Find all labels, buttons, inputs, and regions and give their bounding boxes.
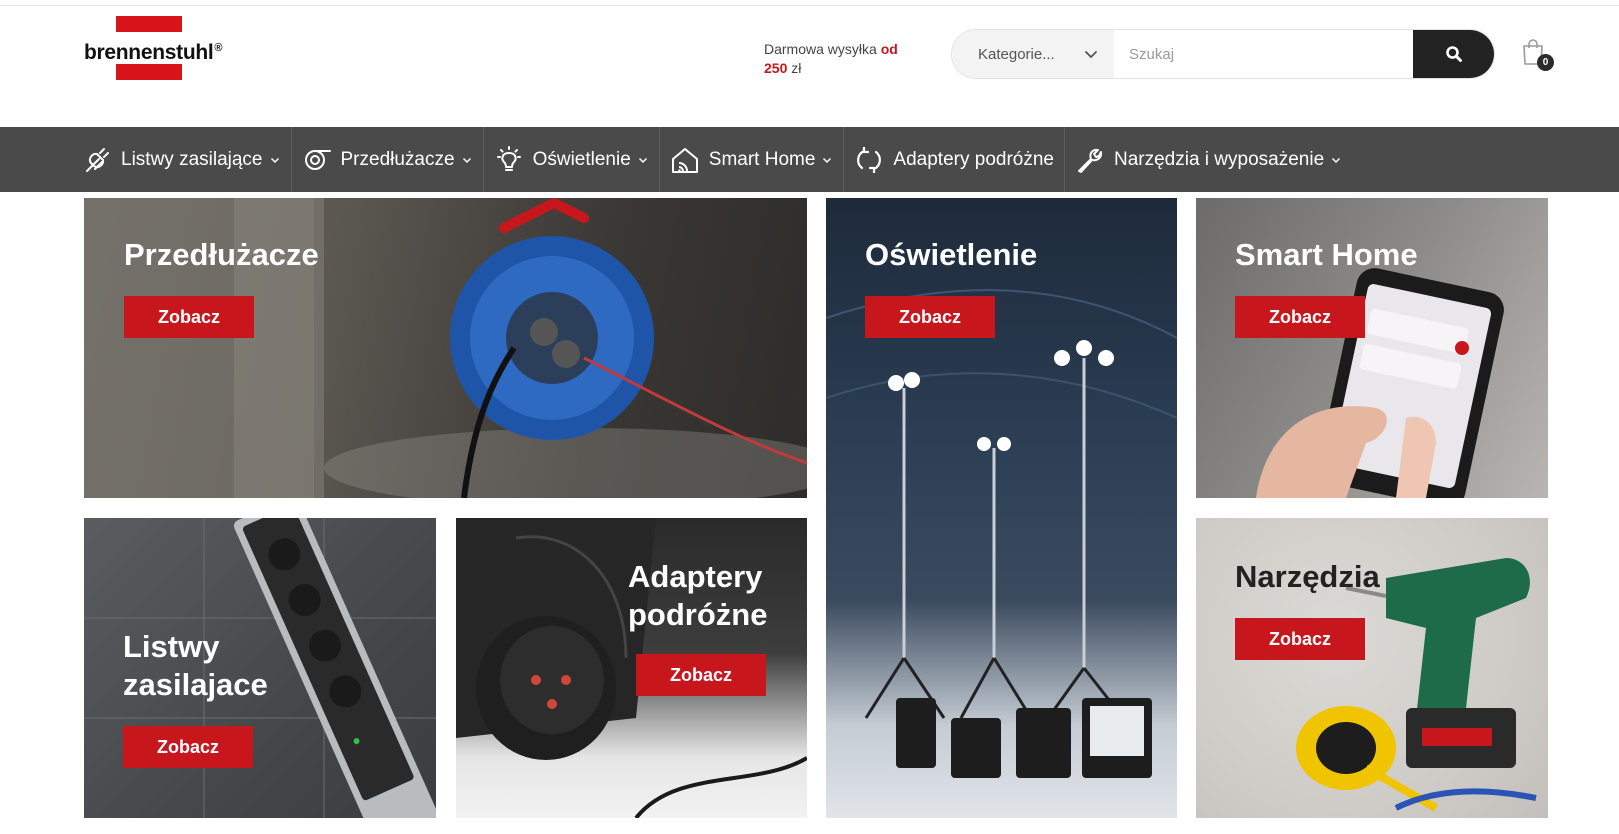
see-button[interactable]: Zobacz bbox=[123, 726, 253, 768]
cart-count-badge: 0 bbox=[1537, 54, 1554, 71]
category-tile-lighting[interactable]: Oświetlenie Zobacz bbox=[826, 198, 1177, 818]
work-lights-image bbox=[826, 289, 1177, 778]
logo-wordmark: brennenstuhl® bbox=[84, 34, 223, 67]
cart-button[interactable]: 0 bbox=[1521, 38, 1554, 72]
chevron-down-icon bbox=[1332, 157, 1341, 163]
category-select-label: Kategorie... bbox=[978, 45, 1055, 63]
nav-item-label: Oświetlenie bbox=[532, 148, 631, 170]
chevron-down-icon bbox=[1085, 51, 1097, 59]
top-divider bbox=[0, 5, 1619, 6]
tile-title: Przedłużacze bbox=[124, 237, 319, 272]
see-button[interactable]: Zobacz bbox=[1235, 618, 1365, 660]
nav-item-lighting[interactable]: Oświetlenie bbox=[484, 127, 660, 192]
main-navigation: Listwy zasilające Przedłużacze Oświetlen… bbox=[0, 127, 1619, 192]
nav-item-travel-adapters[interactable]: Adaptery podróżne bbox=[844, 127, 1065, 192]
tile-title-line: zasilajace bbox=[123, 667, 268, 702]
search-input[interactable] bbox=[1114, 30, 1413, 78]
chevron-down-icon bbox=[823, 157, 832, 163]
tile-title: Narzędzia bbox=[1235, 559, 1380, 594]
category-tile-extensions[interactable]: Przedłużacze Zobacz bbox=[84, 198, 807, 498]
smart-home-icon bbox=[671, 147, 698, 173]
logo-bar-top bbox=[116, 16, 182, 32]
category-tile-travel-adapters[interactable]: Adaptery podróżne Zobacz bbox=[456, 518, 807, 818]
tile-title-line: podróżne bbox=[628, 597, 768, 632]
wrench-icon bbox=[1077, 148, 1103, 173]
nav-item-tools[interactable]: Narzędzia i wyposażenie bbox=[1065, 127, 1352, 192]
search-icon bbox=[1445, 46, 1462, 62]
chevron-down-icon bbox=[270, 157, 279, 163]
see-button[interactable]: Zobacz bbox=[865, 296, 995, 338]
category-tile-power-strips[interactable]: Listwy zasilajace Zobacz bbox=[84, 518, 436, 818]
nav-item-label: Listwy zasilające bbox=[121, 148, 263, 170]
category-tile-smart-home[interactable]: Smart Home Zobacz bbox=[1196, 198, 1548, 498]
search-bar: Kategorie... bbox=[951, 29, 1495, 79]
lightbulb-icon bbox=[496, 145, 521, 171]
tile-title: Listwy zasilajace bbox=[123, 628, 268, 704]
category-tile-tools[interactable]: Narzędzia Zobacz bbox=[1196, 518, 1548, 818]
see-button[interactable]: Zobacz bbox=[124, 296, 254, 338]
chevron-down-icon bbox=[638, 157, 647, 163]
brand-logo[interactable]: brennenstuhl® bbox=[84, 16, 230, 80]
see-button[interactable]: Zobacz bbox=[636, 654, 766, 696]
tile-title: Oświetlenie bbox=[865, 237, 1038, 272]
chevron-down-icon bbox=[462, 157, 471, 163]
adapter-cycle-icon bbox=[857, 146, 882, 173]
cable-reel-icon bbox=[304, 149, 331, 170]
nav-item-smart-home[interactable]: Smart Home bbox=[660, 127, 845, 192]
search-button[interactable] bbox=[1413, 30, 1494, 78]
tile-title-line: Listwy bbox=[123, 629, 220, 664]
nav-item-label: Narzędzia i wyposażenie bbox=[1113, 148, 1325, 170]
category-select[interactable]: Kategorie... bbox=[952, 30, 1114, 78]
nav-item-power-strips[interactable]: Listwy zasilające bbox=[72, 127, 292, 192]
free-shipping-note: Darmowa wysyłka od 250 zł bbox=[764, 40, 934, 78]
nav-item-label: Smart Home bbox=[708, 148, 816, 170]
shipping-amount: 250 bbox=[764, 60, 788, 76]
see-button[interactable]: Zobacz bbox=[1235, 296, 1365, 338]
logo-text: brennenstuhl bbox=[84, 41, 214, 64]
logo-registered-mark: ® bbox=[214, 42, 223, 54]
plug-icon bbox=[86, 147, 109, 172]
nav-item-label: Przedłużacze bbox=[340, 148, 455, 170]
tile-title: Adaptery podróżne bbox=[628, 558, 768, 634]
shipping-currency: zł bbox=[791, 60, 802, 76]
shipping-text: Darmowa wysyłka bbox=[764, 41, 877, 57]
tile-title: Smart Home bbox=[1235, 237, 1418, 272]
nav-item-extensions[interactable]: Przedłużacze bbox=[292, 127, 484, 192]
tile-title-line: Adaptery bbox=[628, 559, 763, 594]
shipping-accent-word: od bbox=[880, 41, 898, 57]
nav-item-label: Adaptery podróżne bbox=[893, 148, 1054, 170]
logo-bar-bottom bbox=[116, 64, 182, 80]
